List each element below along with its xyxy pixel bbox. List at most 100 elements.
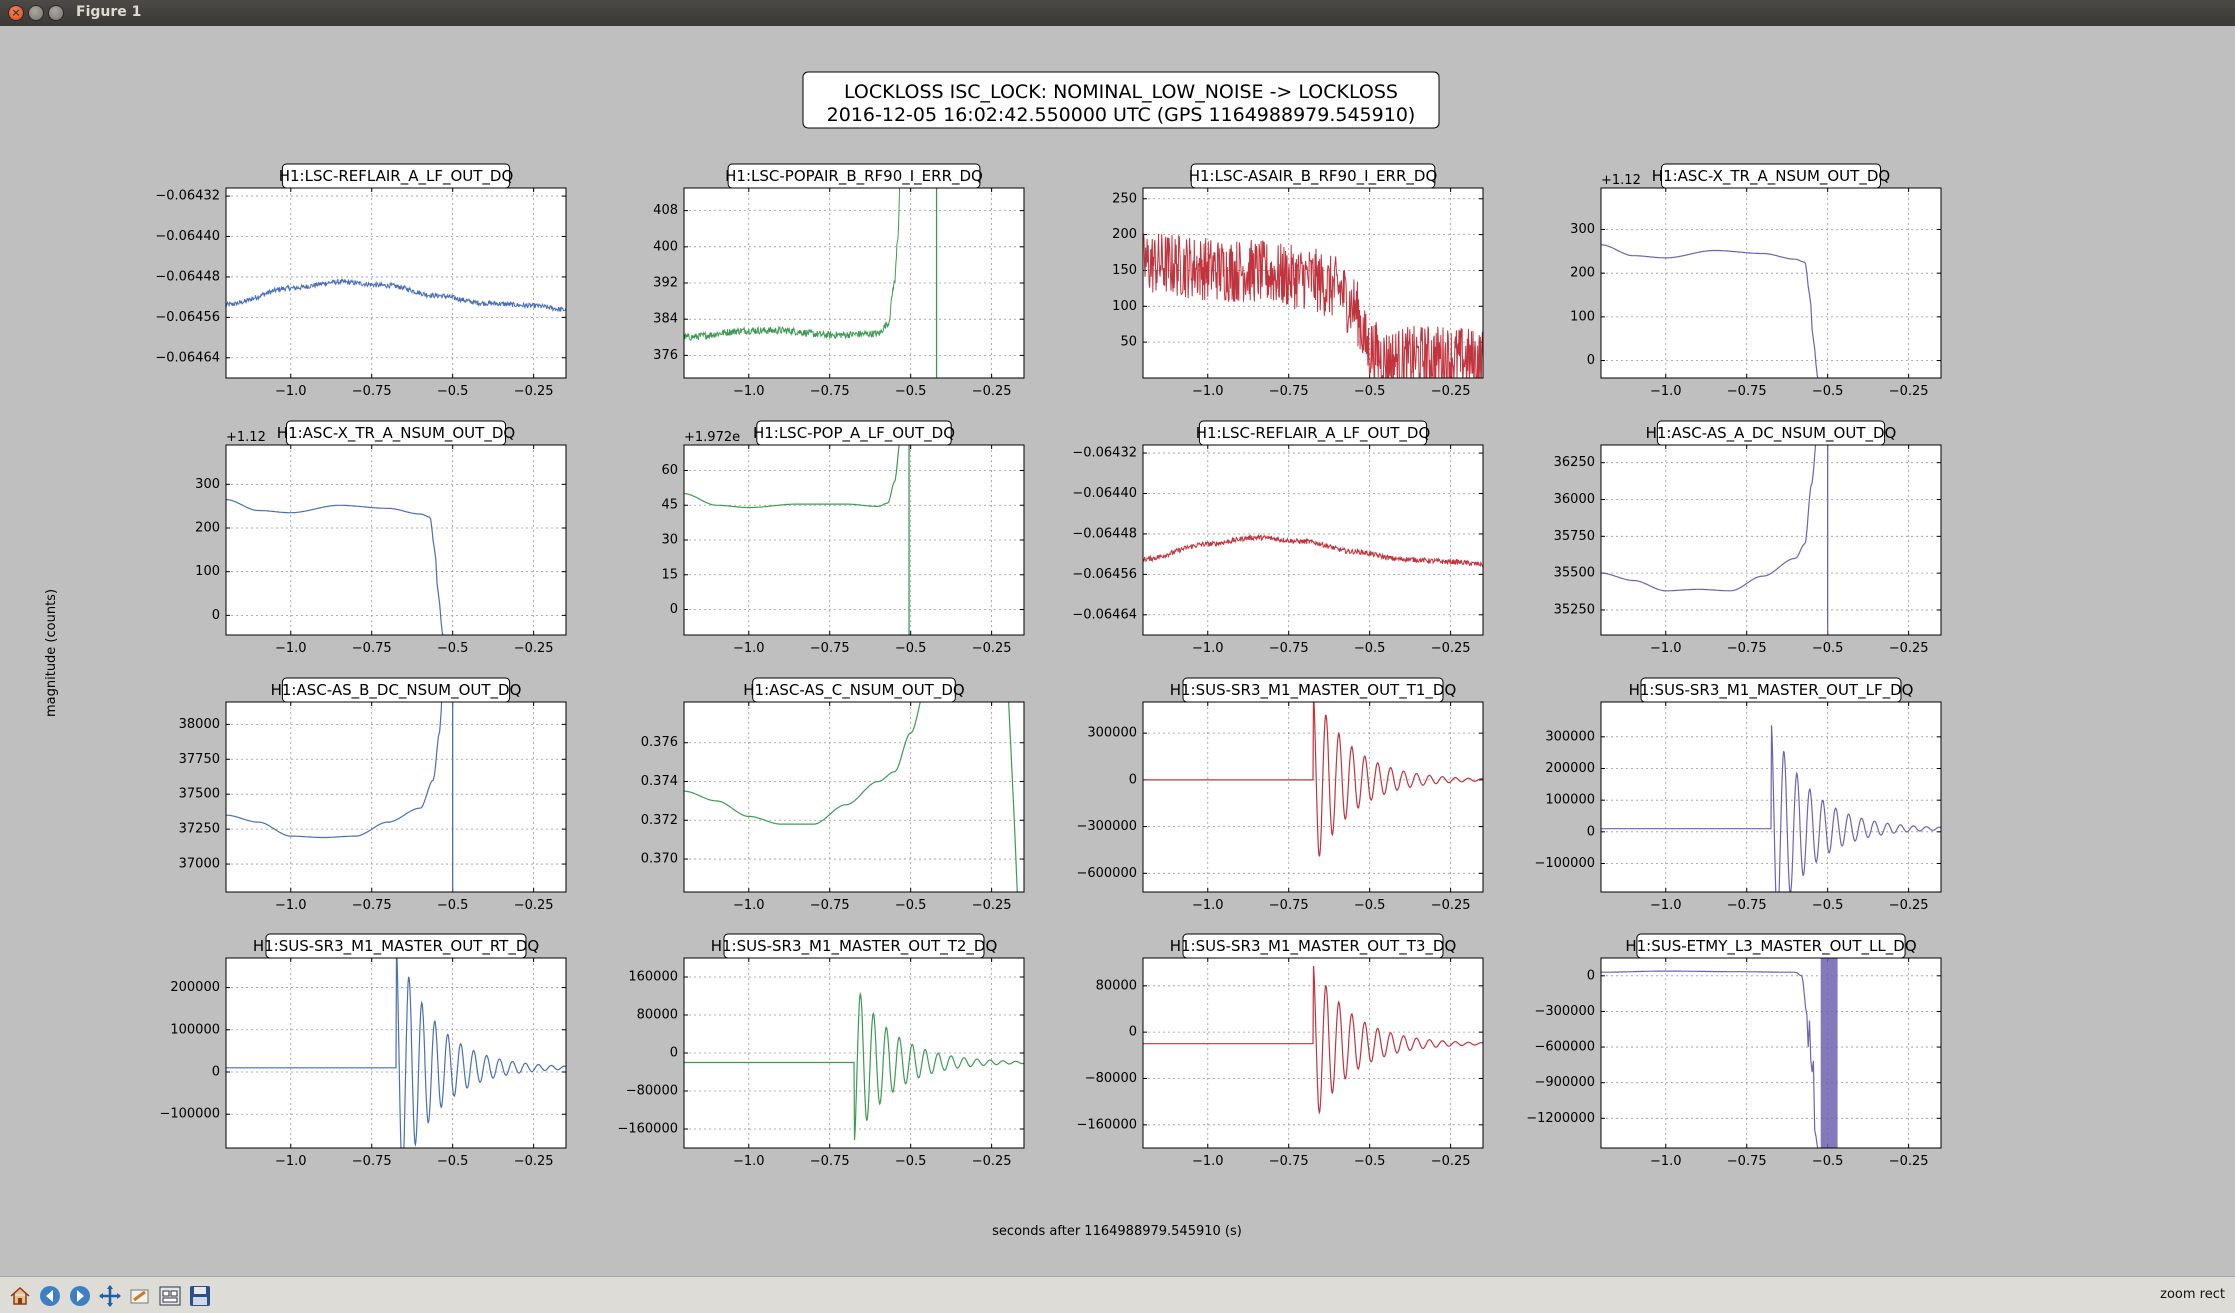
x-tick-label: −0.25 [1889,898,1929,913]
subplot-12: 300000 200000 100000 0 −100000 −1.0 −0.75 −0.5 −… [1534,677,1942,913]
subplot-title: H1:LSC-POP_A_LF_OUT_DQ [753,424,955,443]
x-tick-label: −1.0 [275,384,307,399]
y-tick-label: 36000 [1554,492,1595,507]
y-tick-label: 45 [661,498,678,513]
x-tick-label: −0.5 [437,641,469,656]
y-tick-label: 408 [653,203,678,218]
y-tick-label: 200 [1570,266,1595,281]
x-tick-label: −1.0 [1192,898,1224,913]
y-tick-label: 100000 [170,1022,220,1037]
subplot-7: −0.06432 −0.06440 −0.06448 −0.06456 −0.06464… [1072,420,1484,656]
subplot-3: 250 200 150 100 50 −1.0 −0.75 −0.5 −0.25 H1:LSC-A… [1112,163,1484,399]
home-button[interactable] [6,1282,32,1308]
x-tick-label: −0.25 [972,898,1012,913]
y-tick-label: 0 [670,602,678,617]
x-tick-label: −0.75 [1727,898,1767,913]
zoom-rect-button[interactable] [126,1282,152,1308]
y-tick-label: 37500 [179,787,220,802]
x-tick-label: −1.0 [1650,898,1682,913]
save-figure-button[interactable] [186,1282,212,1308]
y-tick-label: 30 [661,533,678,548]
subplot-title: H1:SUS-SR3_M1_MASTER_OUT_RT_DQ [253,937,539,956]
y-tick-label: 0 [1129,772,1137,787]
x-tick-label: −0.5 [895,1154,927,1169]
plot-area [1143,445,1483,635]
subplot-title: H1:SUS-SR3_M1_MASTER_OUT_T2_DQ [711,937,998,956]
figure-title-line-1: LOCKLOSS ISC_LOCK: NOMINAL_LOW_NOISE -> … [844,81,1398,103]
configure-subplots-button[interactable] [156,1282,182,1308]
subplot-title: H1:LSC-POPAIR_B_RF90_I_ERR_DQ [725,167,983,186]
subplot-title: H1:ASC-AS_B_DC_NSUM_OUT_DQ [271,681,522,700]
window-titlebar: × Figure 1 [0,0,2235,26]
subplot-2: 408 400 392 384 376 −1.0 −0.75 −0.5 −0.25 H1:LSC-… [653,163,1025,399]
y-tick-label: −0.06440 [1072,486,1137,501]
subplot-title: H1:LSC-REFLAIR_A_LF_OUT_DQ [279,167,514,186]
y-tick-label: −600000 [1076,866,1137,881]
window-maximize-button[interactable] [48,5,64,21]
y-tick-label: 37250 [179,822,220,837]
y-tick-label: 35250 [1554,602,1595,617]
subplot-6: 60 45 30 15 0 −1.0 −0.75 −0.5 −0.25 +1.972e H1:LSC… [661,420,1025,656]
x-tick-label: −1.0 [1192,641,1224,656]
x-tick-label: −0.5 [1354,1154,1386,1169]
x-tick-label: −1.0 [733,384,765,399]
window-minimize-button[interactable] [28,5,44,21]
x-tick-label: −0.75 [1727,1154,1767,1169]
subplot-title: H1:ASC-AS_C_NSUM_OUT_DQ [743,681,964,700]
pan-button[interactable] [96,1282,122,1308]
y-tick-label: 0 [212,1065,220,1080]
x-tick-label: −0.25 [1431,1154,1471,1169]
y-tick-label: −100000 [1534,856,1595,871]
forward-button[interactable] [66,1282,92,1308]
subplot-title: H1:LSC-ASAIR_B_RF90_I_ERR_DQ [1189,167,1438,186]
y-tick-label: 300000 [1087,726,1137,741]
back-button[interactable] [36,1282,62,1308]
y-tick-label: 80000 [637,1008,678,1023]
x-tick-label: −0.25 [514,384,554,399]
figure-title: LOCKLOSS ISC_LOCK: NOMINAL_LOW_NOISE -> … [802,71,1440,129]
x-tick-label: −0.25 [1431,641,1471,656]
x-tick-label: −1.0 [1650,641,1682,656]
y-tick-label: 0.370 [641,852,678,867]
x-tick-label: −1.0 [275,1154,307,1169]
figure-canvas[interactable]: LOCKLOSS ISC_LOCK: NOMINAL_LOW_NOISE -> … [8,30,2227,1270]
x-tick-label: −1.0 [733,898,765,913]
subplot-16: 0 −300000 −600000 −900000 −1200000 −1.0 −0.75 −… [1526,933,1942,1169]
y-tick-label: −300000 [1076,819,1137,834]
y-tick-label: 300 [1570,222,1595,237]
x-tick-label: −0.25 [972,384,1012,399]
data-series-burst [1820,958,1838,1148]
y-tick-label: 0 [1129,1025,1137,1040]
x-tick-label: −0.5 [1812,898,1844,913]
y-tick-label: −0.06432 [155,189,220,204]
x-tick-label: −0.5 [437,1154,469,1169]
floppy-disk-icon [190,1286,210,1306]
subplot-title: H1:SUS-SR3_M1_MASTER_OUT_T1_DQ [1170,681,1457,700]
x-tick-label: −0.5 [895,641,927,656]
y-tick-label: 400 [653,239,678,254]
y-tick-label: 36250 [1554,455,1595,470]
y-tick-label: 300000 [1545,729,1595,744]
y-tick-label: 100 [195,564,220,579]
y-tick-label: −0.06448 [155,269,220,284]
y-tick-label: 100 [1570,309,1595,324]
y-tick-label: 100 [1112,299,1137,314]
y-tick-label: −0.06464 [1072,607,1137,622]
y-tick-label: −100000 [159,1107,220,1122]
y-tick-label: 35500 [1554,566,1595,581]
y-tick-label: 37000 [179,857,220,872]
subplot-title: H1:SUS-SR3_M1_MASTER_OUT_LF_DQ [1629,681,1914,700]
plot-area [226,445,566,635]
figure-xlabel: seconds after 1164988979.545910 (s) [992,1224,1242,1239]
forward-arrow-icon [70,1286,90,1306]
window-close-button[interactable]: × [8,5,24,21]
x-tick-label: −0.75 [810,641,850,656]
y-tick-label: 200 [1112,227,1137,242]
subplot-4: 300 200 100 0 −1.0 −0.75 −0.5 −0.25 +1.12 H1:ASC-… [1570,163,1942,399]
x-tick-label: −1.0 [275,898,307,913]
plot-area [1601,188,1941,378]
x-tick-label: −1.0 [733,641,765,656]
x-tick-label: −1.0 [275,641,307,656]
y-tick-label: 0.376 [641,735,678,750]
zoom-rectangle-icon [130,1289,149,1304]
